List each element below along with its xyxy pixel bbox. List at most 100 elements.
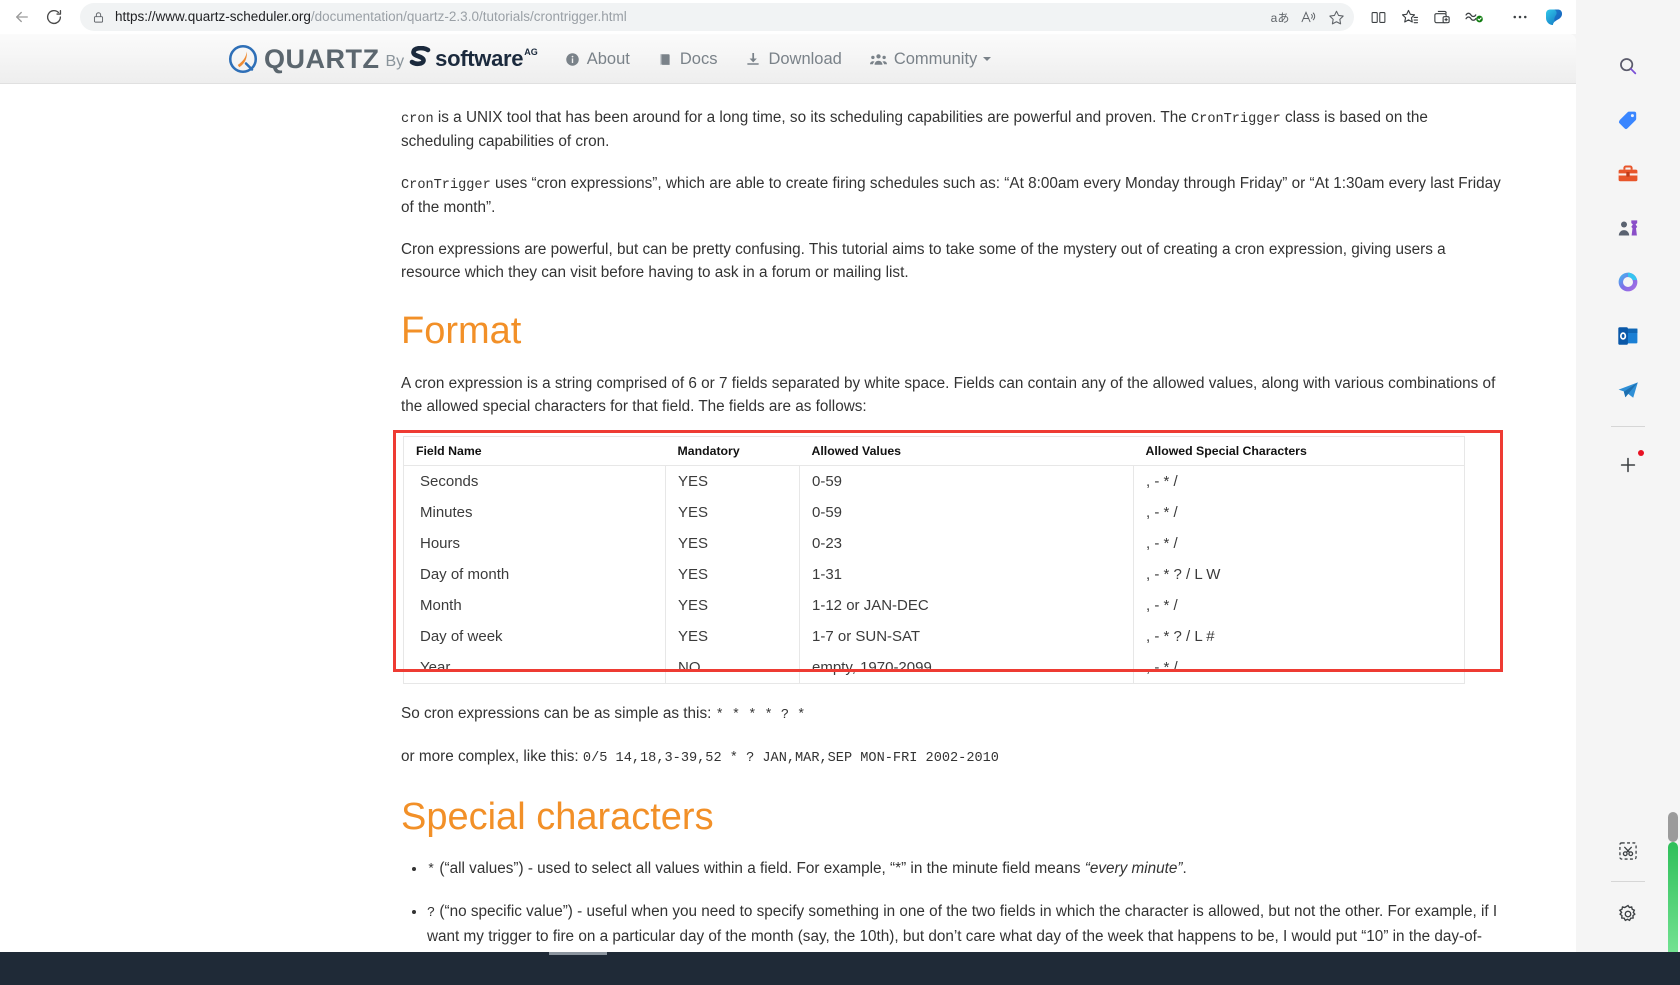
brand-by-text: By: [385, 53, 405, 70]
cell-allowed-values: 0-23: [799, 528, 1134, 560]
copilot-icon[interactable]: [1538, 1, 1570, 33]
table-header-row: Field Name Mandatory Allowed Values Allo…: [403, 436, 1465, 467]
heading-special-characters: Special characters: [401, 795, 714, 838]
cell-special-chars: , - * /: [1133, 528, 1465, 560]
bullet-tail-asterisk: .: [1182, 860, 1187, 878]
add-favorite-icon[interactable]: [1322, 3, 1350, 31]
back-button[interactable]: [6, 1, 38, 33]
nav-label-about: About: [586, 49, 630, 68]
refresh-button[interactable]: [38, 1, 70, 33]
format-paragraph-1: A cron expression is a string comprised …: [401, 374, 1496, 415]
favorites-icon[interactable]: [1394, 1, 1426, 33]
browser-toolbar: https://www.quartz-scheduler.org/documen…: [0, 0, 1576, 34]
nav-item-docs[interactable]: Docs: [658, 49, 718, 69]
table-row: Hours YES 0-23 , - * /: [404, 528, 1465, 560]
software-ag-sup: AG: [524, 47, 538, 57]
more-options-icon[interactable]: [1504, 1, 1536, 33]
cell-field-name: Year: [420, 659, 451, 677]
special-characters-list: * (“all values”) - used to select all va…: [401, 857, 1501, 952]
heading-format: Format: [401, 310, 522, 352]
outlook-icon[interactable]: [1608, 316, 1648, 356]
site-brand[interactable]: QUARTZ By software AG: [228, 44, 538, 75]
drop-icon[interactable]: [1608, 831, 1648, 871]
intro-p1-text-b: is a UNIX tool that has been around for …: [433, 108, 1191, 126]
software-ag-logo: [409, 46, 433, 72]
cron-fields-table-wrap: Field Name Mandatory Allowed Values Allo…: [393, 430, 1503, 685]
cron-fields-table: Field Name Mandatory Allowed Values Allo…: [403, 436, 1465, 685]
url-text: https://www.quartz-scheduler.org/documen…: [115, 3, 1266, 31]
page-viewport: QUARTZ By software AG About Docs Downloa…: [0, 34, 1576, 952]
nav-item-community[interactable]: Community: [869, 49, 992, 69]
games-icon[interactable]: [1608, 208, 1648, 248]
cell-mandatory: NO: [665, 652, 800, 684]
complex-example-paragraph: or more complex, like this: 0/5 14,18,3-…: [401, 745, 1501, 770]
code-cron: cron: [401, 111, 434, 127]
nav-item-about[interactable]: About: [565, 50, 630, 69]
book-icon: [658, 52, 673, 67]
cell-mandatory: YES: [665, 621, 800, 653]
community-icon: [869, 52, 887, 67]
col-allowed-special-characters: Allowed Special Characters: [1133, 436, 1465, 467]
col-allowed-values: Allowed Values: [799, 436, 1134, 467]
cell-field-name: Day of month: [420, 566, 510, 584]
add-sidebar-app-icon[interactable]: [1608, 445, 1648, 485]
cell-allowed-values: 1-12 or JAN-DEC: [799, 590, 1134, 622]
cell-field-name: Hours: [420, 535, 461, 553]
taskbar: [0, 952, 1680, 985]
site-header: QUARTZ By software AG About Docs Downloa…: [0, 34, 1576, 84]
cell-allowed-values: empty, 1970-2099: [799, 652, 1134, 684]
complex-example-prefix: or more complex, like this:: [401, 747, 583, 765]
cell-mandatory: YES: [665, 497, 800, 529]
code-crontrigger-1: CronTrigger: [1191, 111, 1281, 127]
nav-item-download[interactable]: Download: [745, 49, 842, 69]
translate-icon[interactable]: aあ: [1266, 3, 1294, 31]
cell-field-name: Seconds: [420, 473, 479, 491]
cell-field-name: Day of week: [420, 628, 503, 646]
copilot-icon[interactable]: [1608, 262, 1648, 302]
bullet-code-question: ?: [427, 905, 436, 921]
simple-example-paragraph: So cron expressions can be as simple as …: [401, 702, 1501, 727]
intro-paragraph-3: Cron expressions are powerful, but can b…: [401, 240, 1446, 281]
complex-example-code: 0/5 14,18,3-39,52 * ? JAN,MAR,SEP MON-FR…: [582, 750, 999, 766]
address-bar[interactable]: https://www.quartz-scheduler.org/documen…: [80, 3, 1354, 31]
collections-icon[interactable]: [1426, 1, 1458, 33]
table-row: Year NO empty, 1970-2099 , - * /: [404, 652, 1465, 684]
nav-label-community: Community: [893, 49, 978, 68]
search-icon[interactable]: [1608, 46, 1648, 86]
cell-mandatory: YES: [665, 559, 800, 591]
shopping-tag-icon[interactable]: [1608, 100, 1648, 140]
bullet-em-asterisk: “every minute”: [1084, 860, 1183, 878]
tools-icon[interactable]: [1608, 154, 1648, 194]
table-body: Seconds YES 0-59 , - * / Minutes YES 0-5…: [404, 465, 1465, 684]
telegram-icon[interactable]: [1608, 370, 1648, 410]
cell-allowed-values: 1-31: [799, 559, 1134, 591]
lock-icon: [92, 11, 105, 24]
col-field-name: Field Name: [403, 436, 666, 467]
taskbar-active-indicator: [549, 952, 607, 955]
table-row: Minutes YES 0-59 , - * /: [404, 497, 1465, 529]
browser-essentials-icon[interactable]: [1458, 1, 1490, 33]
split-screen-icon[interactable]: [1362, 1, 1394, 33]
heading-introduction: Introduction: [401, 84, 1501, 88]
document-content: Introduction cron is a UNIX tool that ha…: [0, 84, 1576, 952]
notification-dot: [1638, 450, 1644, 456]
cell-special-chars: , - * ? / L #: [1133, 621, 1465, 653]
scrollbar-thumb-grey[interactable]: [1668, 812, 1678, 842]
browser-window: https://www.quartz-scheduler.org/documen…: [0, 0, 1680, 985]
chevron-down-icon: [983, 57, 992, 61]
gear-icon[interactable]: [1608, 894, 1648, 934]
cell-special-chars: , - * /: [1133, 590, 1465, 622]
cell-field-name: Minutes: [420, 504, 473, 522]
bullet-code-asterisk: *: [427, 863, 436, 879]
code-crontrigger-2: CronTrigger: [401, 177, 491, 193]
sidebar-divider-bottom: [1611, 881, 1645, 882]
intro-paragraph-1: cron is a UNIX tool that has been around…: [401, 106, 1501, 154]
cell-allowed-values: 0-59: [799, 465, 1134, 498]
nav-label-download: Download: [768, 49, 842, 68]
nav-label-docs: Docs: [679, 49, 718, 68]
read-aloud-icon[interactable]: [1294, 3, 1322, 31]
intro-p2-text-b: uses “cron expressions”, which are able …: [401, 174, 1501, 217]
table-row: Seconds YES 0-59 , - * /: [404, 465, 1465, 498]
cell-mandatory: YES: [665, 528, 800, 560]
simple-example-code: * * * * ? *: [715, 708, 806, 724]
